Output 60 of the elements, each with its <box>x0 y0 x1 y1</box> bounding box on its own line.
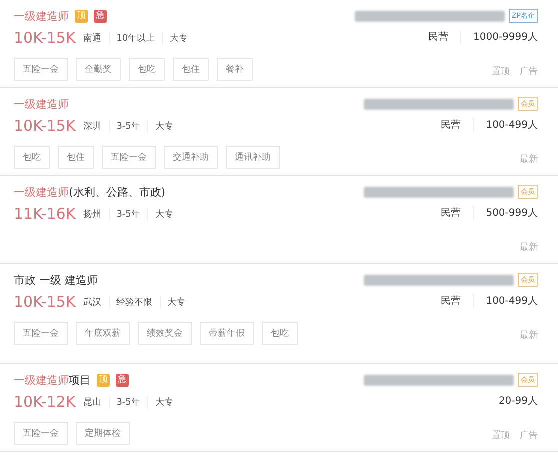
benefit-tag: 五险一金 <box>14 58 68 81</box>
benefit-tag: 包吃 <box>262 322 298 345</box>
salary: 10K-15K <box>14 29 76 47</box>
company-detail: 民营 <box>440 118 462 132</box>
listing-label: 置顶 <box>492 430 510 442</box>
benefit-tag: 带薪年假 <box>200 322 254 345</box>
benefit-tag: 包住 <box>58 146 94 169</box>
job-badge: 急 <box>94 10 107 22</box>
benefit-tag: 全勤奖 <box>76 58 121 81</box>
job-detail: 3-5年 <box>108 208 148 220</box>
job-detail: 深圳 <box>84 120 103 132</box>
benefit-tag: 包吃 <box>129 58 165 81</box>
company-detail: 民营 <box>440 206 462 220</box>
company-detail: 民营 <box>440 294 462 308</box>
listing-label: 广告 <box>520 66 538 78</box>
benefit-tag: 包住 <box>173 58 209 81</box>
job-detail: 武汉 <box>84 296 103 308</box>
job-detail: 经验不限 <box>108 296 160 308</box>
listing-label: 最新 <box>520 154 538 166</box>
listing-label: 广告 <box>520 430 538 442</box>
company-detail: 民营 <box>427 30 448 44</box>
company-detail: 100-499人 <box>473 118 538 132</box>
job-title[interactable]: 一级建造师项目 <box>14 372 91 388</box>
benefit-tag: 五险一金 <box>14 422 68 445</box>
job-detail: 昆山 <box>84 396 103 408</box>
job-title[interactable]: 市政 一级 建造师 <box>14 272 98 288</box>
company-detail: 1000-9999人 <box>460 30 538 44</box>
company-detail: 500-999人 <box>473 206 538 220</box>
benefit-tag: 绩效奖金 <box>138 322 192 345</box>
listing-label: 最新 <box>520 242 538 254</box>
benefit-tag: 交通补助 <box>164 146 218 169</box>
job-detail: 大专 <box>147 120 180 132</box>
benefit-tag: 定期体检 <box>76 422 130 445</box>
benefit-tag: 餐补 <box>217 58 253 81</box>
benefit-tag: 五险一金 <box>102 146 156 169</box>
job-detail: 大专 <box>147 396 180 408</box>
company-detail: 100-499人 <box>473 294 538 308</box>
job-detail: 扬州 <box>84 208 103 220</box>
salary: 10K-12K <box>14 393 76 411</box>
job-title[interactable]: 一级建造师(水利、公路、市政) <box>14 184 166 200</box>
benefit-tag: 五险一金 <box>14 322 68 345</box>
job-detail: 3-5年 <box>108 396 148 408</box>
salary: 10K-15K <box>14 293 76 311</box>
listing-label: 最新 <box>520 330 538 342</box>
company-detail: 20-99人 <box>498 395 538 408</box>
benefit-tag: 年底双薪 <box>76 322 130 345</box>
salary: 10K-15K <box>14 117 76 135</box>
job-badge: 顶 <box>97 374 110 386</box>
job-detail: 南通 <box>84 32 103 44</box>
benefit-tag: 通讯补助 <box>226 146 280 169</box>
job-badge: 顶 <box>75 10 88 22</box>
salary: 11K-16K <box>14 205 76 223</box>
listing-label: 置顶 <box>492 66 510 78</box>
job-badge: 急 <box>116 374 129 386</box>
job-detail: 大专 <box>162 32 196 44</box>
job-detail: 大专 <box>147 208 180 220</box>
job-detail: 3-5年 <box>108 120 148 132</box>
job-detail: 10年以上 <box>108 32 162 44</box>
benefit-tag: 包吃 <box>14 146 50 169</box>
job-detail: 大专 <box>160 296 193 308</box>
